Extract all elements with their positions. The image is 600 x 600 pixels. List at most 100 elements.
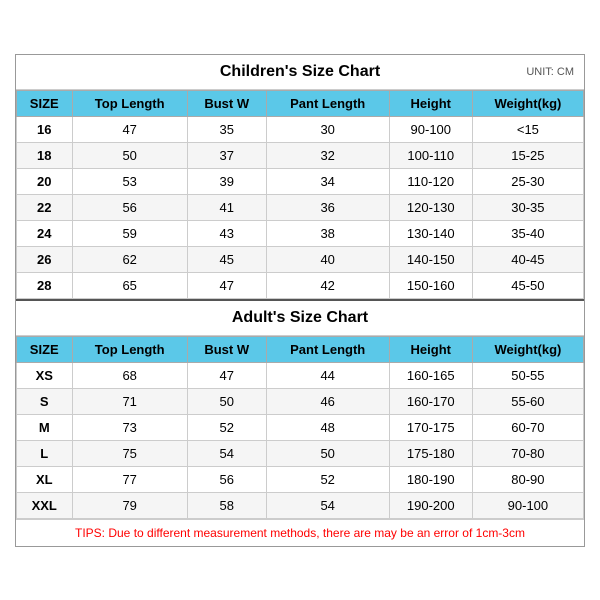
table-cell: 59 [72, 220, 187, 246]
size-chart-container: Children's Size Chart UNIT: CM SIZE Top … [15, 54, 585, 547]
table-cell: 90-100 [472, 492, 583, 518]
table-row: 28654742150-16045-50 [17, 272, 584, 298]
table-cell: 160-165 [389, 362, 472, 388]
table-cell: 53 [72, 168, 187, 194]
table-cell: 20 [17, 168, 73, 194]
table-cell: 39 [187, 168, 266, 194]
adult-col-height: Height [389, 336, 472, 362]
adult-table: SIZE Top Length Bust W Pant Length Heigh… [16, 336, 584, 519]
table-cell: 15-25 [472, 142, 583, 168]
table-cell: 48 [266, 414, 389, 440]
table-cell: 71 [72, 388, 187, 414]
table-row: 26624540140-15040-45 [17, 246, 584, 272]
adult-chart-title: Adult's Size Chart [232, 309, 368, 327]
table-cell: 100-110 [389, 142, 472, 168]
table-row: 18503732100-11015-25 [17, 142, 584, 168]
table-cell: 58 [187, 492, 266, 518]
table-cell: 50 [266, 440, 389, 466]
table-cell: 52 [266, 466, 389, 492]
table-row: 24594338130-14035-40 [17, 220, 584, 246]
table-cell: XS [17, 362, 73, 388]
table-cell: 43 [187, 220, 266, 246]
adult-header-row: SIZE Top Length Bust W Pant Length Heigh… [17, 336, 584, 362]
table-cell: 54 [187, 440, 266, 466]
table-cell: 70-80 [472, 440, 583, 466]
children-col-size: SIZE [17, 90, 73, 116]
children-col-bust-w: Bust W [187, 90, 266, 116]
table-row: 22564136120-13030-35 [17, 194, 584, 220]
table-cell: XL [17, 466, 73, 492]
unit-label: UNIT: CM [526, 66, 574, 78]
table-cell: 44 [266, 362, 389, 388]
table-cell: 47 [187, 272, 266, 298]
children-col-pant-length: Pant Length [266, 90, 389, 116]
table-cell: 45 [187, 246, 266, 272]
table-cell: 160-170 [389, 388, 472, 414]
table-cell: 80-90 [472, 466, 583, 492]
table-cell: L [17, 440, 73, 466]
children-col-weight: Weight(kg) [472, 90, 583, 116]
table-cell: 41 [187, 194, 266, 220]
table-cell: 18 [17, 142, 73, 168]
table-cell: 40-45 [472, 246, 583, 272]
table-row: 20533934110-12025-30 [17, 168, 584, 194]
table-row: M735248170-17560-70 [17, 414, 584, 440]
table-row: XS684744160-16550-55 [17, 362, 584, 388]
table-cell: 46 [266, 388, 389, 414]
table-cell: 175-180 [389, 440, 472, 466]
adult-col-weight: Weight(kg) [472, 336, 583, 362]
tips-row: TIPS: Due to different measurement metho… [16, 519, 584, 546]
table-cell: 56 [72, 194, 187, 220]
table-cell: 16 [17, 116, 73, 142]
table-row: S715046160-17055-60 [17, 388, 584, 414]
table-cell: 47 [72, 116, 187, 142]
table-cell: 22 [17, 194, 73, 220]
table-cell: 75 [72, 440, 187, 466]
table-cell: 170-175 [389, 414, 472, 440]
table-cell: 110-120 [389, 168, 472, 194]
table-cell: 37 [187, 142, 266, 168]
table-cell: 35 [187, 116, 266, 142]
table-cell: 35-40 [472, 220, 583, 246]
adult-col-pant-length: Pant Length [266, 336, 389, 362]
table-cell: 36 [266, 194, 389, 220]
table-cell: 52 [187, 414, 266, 440]
table-cell: 190-200 [389, 492, 472, 518]
table-cell: 54 [266, 492, 389, 518]
children-col-top-length: Top Length [72, 90, 187, 116]
table-cell: 62 [72, 246, 187, 272]
table-cell: 47 [187, 362, 266, 388]
table-row: L755450175-18070-80 [17, 440, 584, 466]
table-cell: XXL [17, 492, 73, 518]
tips-text: TIPS: Due to different measurement metho… [75, 526, 525, 540]
children-chart-title: Children's Size Chart [220, 63, 380, 81]
children-header-row: SIZE Top Length Bust W Pant Length Heigh… [17, 90, 584, 116]
table-cell: 79 [72, 492, 187, 518]
table-cell: 40 [266, 246, 389, 272]
table-cell: 90-100 [389, 116, 472, 142]
table-cell: S [17, 388, 73, 414]
adult-title-row: Adult's Size Chart [16, 299, 584, 336]
table-cell: M [17, 414, 73, 440]
table-cell: 130-140 [389, 220, 472, 246]
table-cell: 26 [17, 246, 73, 272]
table-row: 1647353090-100<15 [17, 116, 584, 142]
children-title-row: Children's Size Chart UNIT: CM [16, 55, 584, 90]
table-cell: 32 [266, 142, 389, 168]
table-cell: 65 [72, 272, 187, 298]
table-cell: <15 [472, 116, 583, 142]
children-table: SIZE Top Length Bust W Pant Length Heigh… [16, 90, 584, 299]
table-cell: 56 [187, 466, 266, 492]
table-cell: 150-160 [389, 272, 472, 298]
table-cell: 45-50 [472, 272, 583, 298]
table-cell: 140-150 [389, 246, 472, 272]
table-cell: 68 [72, 362, 187, 388]
table-cell: 50 [72, 142, 187, 168]
table-cell: 30 [266, 116, 389, 142]
table-cell: 73 [72, 414, 187, 440]
table-cell: 50 [187, 388, 266, 414]
table-cell: 60-70 [472, 414, 583, 440]
table-cell: 50-55 [472, 362, 583, 388]
children-col-height: Height [389, 90, 472, 116]
table-cell: 34 [266, 168, 389, 194]
